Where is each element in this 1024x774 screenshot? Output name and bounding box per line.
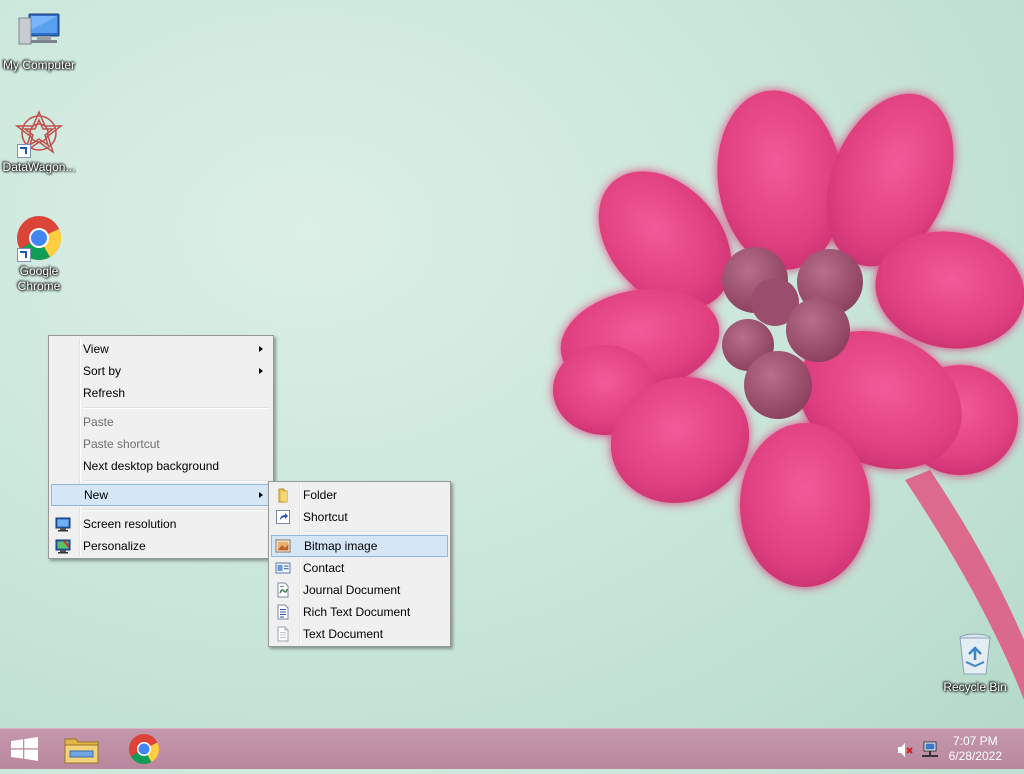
windows-logo-icon bbox=[11, 737, 38, 761]
clock-time: 7:07 PM bbox=[952, 734, 998, 748]
menu-item-label: Journal Document bbox=[303, 583, 401, 597]
menu-item-label: Next desktop background bbox=[83, 459, 220, 473]
folder-icon bbox=[275, 487, 291, 503]
menu-separator bbox=[271, 528, 448, 535]
chrome-icon bbox=[15, 214, 63, 262]
text-document-icon bbox=[275, 626, 291, 642]
menu-item-label: Sort by bbox=[83, 364, 122, 378]
start-button[interactable] bbox=[0, 729, 56, 769]
menu-item-label: Folder bbox=[303, 488, 338, 502]
recycle-bin-icon bbox=[951, 630, 999, 678]
volume-muted-icon[interactable] bbox=[896, 741, 914, 759]
submenu-item-bitmap-image[interactable]: Bitmap image bbox=[271, 535, 448, 557]
journal-icon bbox=[275, 582, 291, 598]
desktop-icon-label: Recycle Bin bbox=[943, 680, 1007, 694]
desktop-icon-label: My Computer bbox=[2, 58, 76, 72]
menu-item-label: Paste shortcut bbox=[83, 437, 160, 451]
computer-icon bbox=[15, 8, 63, 56]
chrome-taskbar-button[interactable] bbox=[116, 729, 172, 769]
menu-item-label: Rich Text Document bbox=[303, 605, 411, 619]
screen-resolution-icon bbox=[55, 516, 71, 532]
menu-item-label: Contact bbox=[303, 561, 345, 575]
taskbar: 7:07 PM 6/28/2022 bbox=[0, 728, 1024, 769]
menu-item-label: New bbox=[84, 488, 109, 502]
network-icon[interactable] bbox=[920, 740, 940, 760]
menu-item-label: Bitmap image bbox=[304, 539, 378, 553]
menu-item-next-desktop-background[interactable]: Next desktop background bbox=[51, 455, 271, 477]
menu-item-label: Paste bbox=[83, 415, 114, 429]
submenu-item-shortcut[interactable]: Shortcut bbox=[271, 506, 448, 528]
file-explorer-button[interactable] bbox=[56, 729, 112, 769]
tray-clock[interactable]: 7:07 PM 6/28/2022 bbox=[949, 734, 1002, 764]
new-submenu: Folder Shortcut Bitmap image Contact Jou… bbox=[268, 481, 451, 647]
clock-date: 6/28/2022 bbox=[948, 749, 1002, 763]
menu-item-label: Refresh bbox=[83, 386, 126, 400]
menu-item-label: Text Document bbox=[303, 627, 384, 641]
shortcut-icon bbox=[275, 509, 291, 525]
datawagon-icon bbox=[14, 110, 64, 158]
submenu-item-rich-text-document[interactable]: Rich Text Document bbox=[271, 601, 448, 623]
desktop-icon-datawagon[interactable]: DataWagon... bbox=[0, 110, 78, 175]
chrome-icon bbox=[129, 734, 159, 765]
desktop-icon-label: DataWagon... bbox=[2, 160, 76, 174]
submenu-arrow-icon bbox=[259, 368, 263, 374]
personalize-icon bbox=[55, 538, 71, 554]
menu-item-paste-shortcut[interactable]: Paste shortcut bbox=[51, 433, 271, 455]
submenu-arrow-icon bbox=[259, 346, 263, 352]
contact-icon bbox=[275, 560, 291, 576]
bitmap-icon bbox=[275, 538, 291, 554]
menu-item-label: Personalize bbox=[83, 539, 146, 553]
menu-item-screen-resolution[interactable]: Screen resolution bbox=[51, 513, 271, 535]
menu-item-label: Shortcut bbox=[303, 510, 348, 524]
rich-text-icon bbox=[275, 604, 291, 620]
desktop-icon-recycle-bin[interactable]: Recycle Bin bbox=[936, 630, 1014, 695]
menu-item-label: Screen resolution bbox=[83, 517, 177, 531]
file-explorer-icon bbox=[64, 738, 99, 764]
submenu-item-contact[interactable]: Contact bbox=[271, 557, 448, 579]
menu-item-refresh[interactable]: Refresh bbox=[51, 382, 271, 404]
desktop-icon-google-chrome[interactable]: Google Chrome bbox=[0, 214, 78, 294]
submenu-item-text-document[interactable]: Text Document bbox=[271, 623, 448, 645]
submenu-item-folder[interactable]: Folder bbox=[271, 484, 448, 506]
menu-separator bbox=[51, 477, 271, 484]
desktop-context-menu: View Sort by Refresh Paste Paste shortcu… bbox=[48, 335, 274, 559]
menu-item-paste[interactable]: Paste bbox=[51, 411, 271, 433]
menu-separator bbox=[51, 404, 271, 411]
menu-item-view[interactable]: View bbox=[51, 338, 271, 360]
shortcut-overlay-icon bbox=[17, 248, 31, 262]
submenu-arrow-icon bbox=[259, 492, 263, 498]
menu-item-new[interactable]: New bbox=[51, 484, 271, 506]
desktop-icon-my-computer[interactable]: My Computer bbox=[0, 8, 78, 73]
menu-separator bbox=[51, 506, 271, 513]
submenu-item-journal-document[interactable]: Journal Document bbox=[271, 579, 448, 601]
menu-item-label: View bbox=[83, 342, 109, 356]
desktop-icon-label: Google Chrome bbox=[17, 264, 61, 293]
menu-item-personalize[interactable]: Personalize bbox=[51, 535, 271, 557]
menu-item-sort-by[interactable]: Sort by bbox=[51, 360, 271, 382]
shortcut-overlay-icon bbox=[17, 144, 31, 158]
